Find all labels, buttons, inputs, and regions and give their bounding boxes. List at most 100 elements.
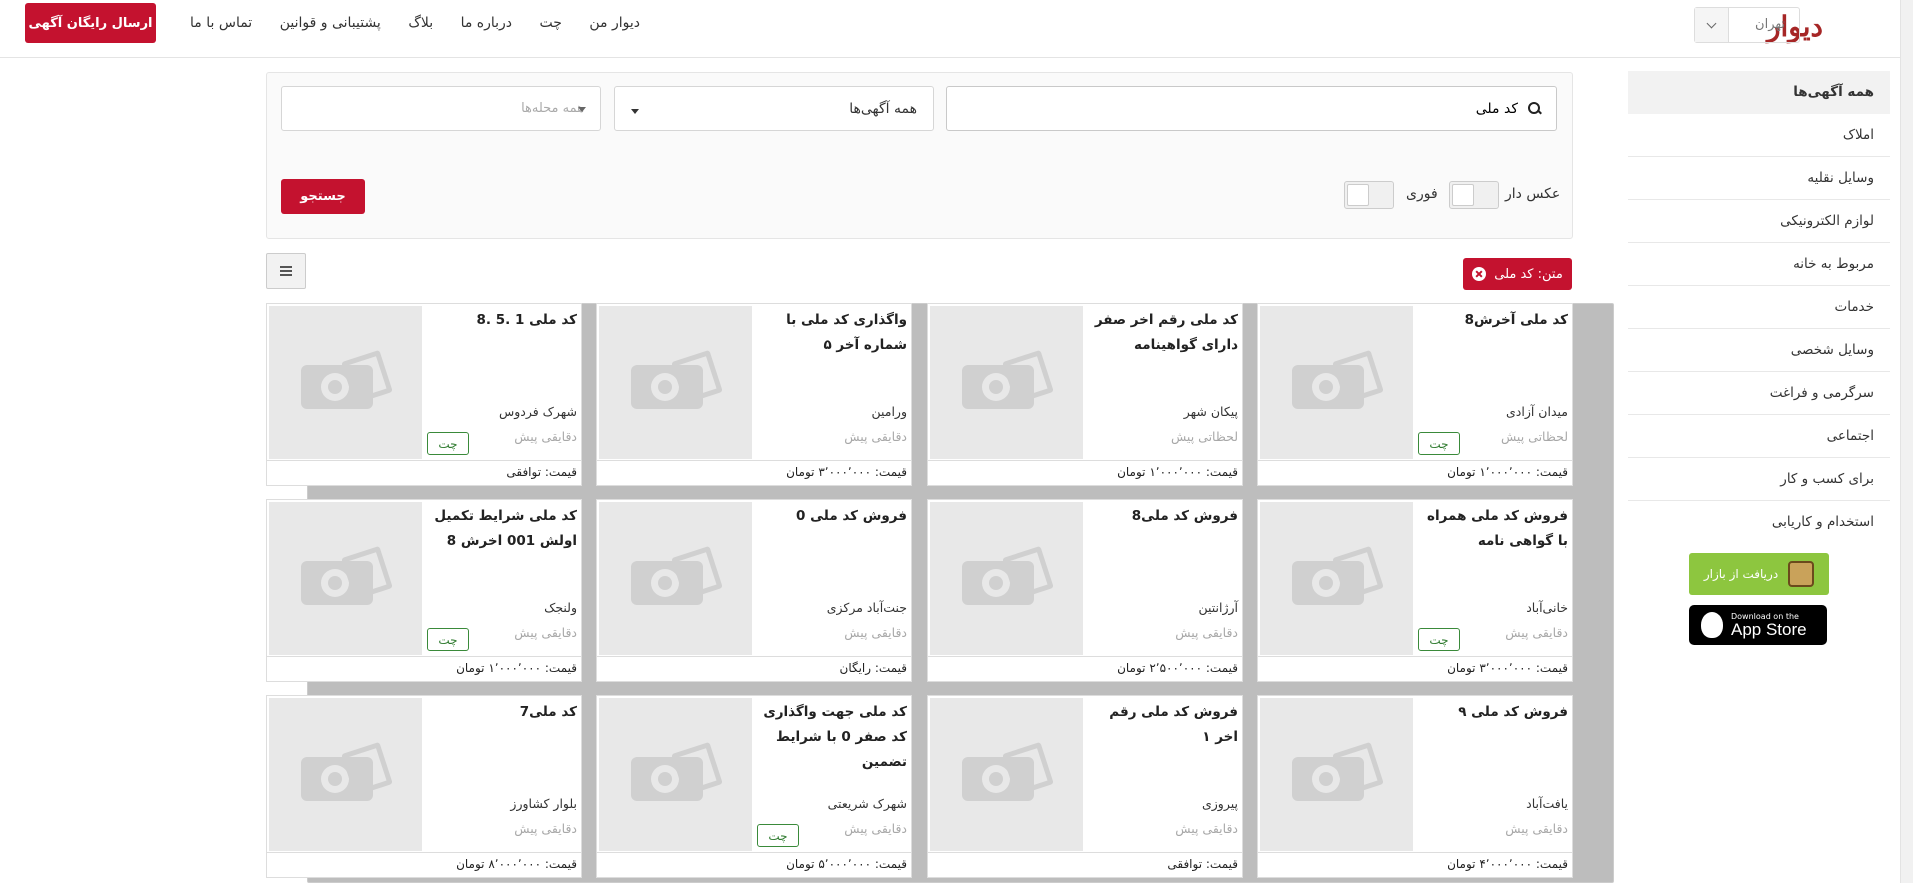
ad-info: کد ملی7 بلوار کشاورز دقایقی پیش xyxy=(427,700,577,851)
ad-title[interactable]: کد ملی شرایط تکمیل اولش 001 اخرش 8 xyxy=(427,504,577,554)
ad-time: دقایقی پیش xyxy=(844,821,907,836)
ad-location: جنت‌آباد مرکزی xyxy=(826,600,907,615)
ad-chat-button[interactable]: چت xyxy=(427,432,469,455)
camera-icon xyxy=(961,545,1054,607)
ad-location: میدان آزادی xyxy=(1506,404,1568,419)
page: دیوار تهران دیوار من چت درباره ما بلاگ پ… xyxy=(0,0,1913,883)
ad-location: ولنجک xyxy=(544,600,577,615)
photo-toggle-label: عکس دار xyxy=(1505,186,1561,202)
ad-card[interactable]: فروش کد ملی همراه با گواهی نامه خانی‌آباد… xyxy=(1257,499,1573,682)
ad-title[interactable]: فروش کد ملی8 xyxy=(1088,504,1238,529)
ad-title[interactable]: فروش کد ملی رقم اخر ۱ xyxy=(1088,700,1238,750)
ad-price: قیمت: ۸٬۰۰۰٬۰۰۰ تومان xyxy=(267,852,581,877)
post-ad-button[interactable]: ارسال رایگان آگهی xyxy=(25,3,156,43)
ad-card[interactable]: واگذاری کد ملی با شماره آخر ۵ ورامین دقایق… xyxy=(596,303,912,486)
nav-about[interactable]: درباره ما xyxy=(461,15,512,31)
ad-chat-button[interactable]: چت xyxy=(1418,628,1460,651)
camera-icon xyxy=(1291,349,1384,411)
apple-icon xyxy=(1701,612,1723,638)
ad-time: دقایقی پیش xyxy=(1505,625,1568,640)
nav-my-divar[interactable]: دیوار من xyxy=(589,15,640,31)
ad-location: خانی‌آباد xyxy=(1526,600,1568,615)
ad-title[interactable]: کد ملی جهت واگذاری کد صفر 0 با شرایط تضم… xyxy=(757,700,907,775)
nav-support[interactable]: پشتیبانی و قوانین xyxy=(280,15,381,31)
category-personal[interactable]: وسایل شخصی xyxy=(1628,329,1890,372)
search-input[interactable] xyxy=(947,100,1528,117)
ad-price: قیمت: توافقی xyxy=(267,460,581,485)
ad-card[interactable]: کد ملی شرایط تکمیل اولش 001 اخرش 8 ولنجک د… xyxy=(266,499,582,682)
category-vehicles[interactable]: وسایل نقلیه xyxy=(1628,157,1890,200)
category-real-estate[interactable]: املاک xyxy=(1628,114,1890,157)
ad-thumbnail xyxy=(1260,306,1413,459)
ad-thumbnail xyxy=(930,698,1083,851)
urgent-toggle[interactable] xyxy=(1344,181,1394,209)
ad-location: شهرک فردوس xyxy=(498,404,577,419)
search-icon[interactable] xyxy=(1528,101,1542,116)
ad-info: کد ملی رقم اخر صفر دارای گواهینامه پیکان … xyxy=(1088,308,1238,459)
ad-title[interactable]: واگذاری کد ملی با شماره آخر ۵ xyxy=(757,308,907,358)
ad-card[interactable]: فروش کد ملی ۹ یافت‌آباد دقایقی پیش قیمت: ۴٬… xyxy=(1257,695,1573,878)
appstore-big-text: App Store xyxy=(1731,619,1807,639)
ad-card[interactable]: فروش کد ملی 0 جنت‌آباد مرکزی دقایقی پیش قیم… xyxy=(596,499,912,682)
ad-price: قیمت: توافقی xyxy=(928,852,1242,877)
ad-title[interactable]: فروش کد ملی 0 xyxy=(757,504,907,529)
category-leisure[interactable]: سرگرمی و فراغت xyxy=(1628,372,1890,415)
urgent-toggle-label: فوری xyxy=(1406,186,1438,202)
filter-chip-label: متن: کد ملی xyxy=(1494,266,1563,282)
ad-card[interactable]: فروش کد ملی رقم اخر ۱ پیروزی دقایقی پیش قیم… xyxy=(927,695,1243,878)
ad-chat-button[interactable]: چت xyxy=(757,824,799,847)
category-jobs[interactable]: استخدام و کاریابی xyxy=(1628,501,1890,544)
ad-info: فروش کد ملی 0 جنت‌آباد مرکزی دقایقی پیش xyxy=(757,504,907,655)
category-all[interactable]: همه آگهی‌ها xyxy=(1628,71,1890,114)
close-icon[interactable] xyxy=(1472,267,1487,281)
ad-time: دقایقی پیش xyxy=(514,625,577,640)
ad-chat-button[interactable]: چت xyxy=(1418,432,1460,455)
category-social[interactable]: اجتماعی xyxy=(1628,415,1890,458)
ad-chat-button[interactable]: چت xyxy=(427,628,469,651)
camera-icon xyxy=(630,545,723,607)
camera-icon xyxy=(961,349,1054,411)
nav-blog[interactable]: بلاگ xyxy=(408,15,433,31)
ad-thumbnail xyxy=(599,502,752,655)
list-view-button[interactable] xyxy=(266,253,306,289)
scrollbar[interactable] xyxy=(1900,0,1913,883)
active-filter-chip[interactable]: متن: کد ملی xyxy=(1463,258,1572,290)
ad-card[interactable]: کد ملی جهت واگذاری کد صفر 0 با شرایط تضم… xyxy=(596,695,912,878)
ad-title[interactable]: فروش کد ملی ۹ xyxy=(1418,700,1568,725)
ad-title[interactable]: کد ملی 1 .5 .8 xyxy=(427,308,577,333)
ad-title[interactable]: کد ملی رقم اخر صفر دارای گواهینامه xyxy=(1088,308,1238,358)
nav-chat[interactable]: چت xyxy=(540,15,562,31)
ad-card[interactable]: کد ملی آخرش8 میدان آزادی لحظاتی پیش چت قیمت:… xyxy=(1257,303,1573,486)
category-home[interactable]: مربوط به خانه xyxy=(1628,243,1890,286)
ad-title[interactable]: کد ملی7 xyxy=(427,700,577,725)
category-select-value: همه آگهی‌ها xyxy=(849,100,917,117)
category-services[interactable]: خدمات xyxy=(1628,286,1890,329)
ad-thumbnail xyxy=(599,698,752,851)
neighborhood-select[interactable]: همه محله‌ها xyxy=(281,86,601,131)
ad-card[interactable]: کد ملی7 بلوار کشاورز دقایقی پیش قیمت: ۸٬۰۰۰… xyxy=(266,695,582,878)
ad-thumbnail xyxy=(269,698,422,851)
ad-thumbnail xyxy=(1260,698,1413,851)
bazaar-badge[interactable]: دریافت از بازار xyxy=(1689,553,1829,595)
ad-price: قیمت: ۳٬۰۰۰٬۰۰۰ تومان xyxy=(597,460,911,485)
ad-time: دقایقی پیش xyxy=(1175,821,1238,836)
ad-time: دقایقی پیش xyxy=(844,625,907,640)
ad-thumbnail xyxy=(269,502,422,655)
ad-card[interactable]: کد ملی 1 .5 .8 شهرک فردوس دقایقی پیش چت قیمت… xyxy=(266,303,582,486)
search-submit-button[interactable]: جستجو xyxy=(281,179,365,214)
ad-location: بلوار کشاورز xyxy=(510,796,577,811)
ad-price: قیمت: ۱٬۰۰۰٬۰۰۰ تومان xyxy=(267,656,581,681)
photo-toggle[interactable] xyxy=(1449,181,1499,209)
category-electronics[interactable]: لوازم الکترونیکی xyxy=(1628,200,1890,243)
ad-title[interactable]: فروش کد ملی همراه با گواهی نامه xyxy=(1418,504,1568,554)
ad-card[interactable]: کد ملی رقم اخر صفر دارای گواهینامه پیکان … xyxy=(927,303,1243,486)
category-select[interactable]: همه آگهی‌ها xyxy=(614,86,934,131)
ad-card[interactable]: فروش کد ملی8 آرژانتین دقایقی پیش قیمت: ۲٬۵۰… xyxy=(927,499,1243,682)
city-selector[interactable]: تهران xyxy=(1694,7,1800,43)
ad-title[interactable]: کد ملی آخرش8 xyxy=(1418,308,1568,333)
appstore-badge[interactable]: Download on the App Store xyxy=(1689,605,1827,645)
ad-price: قیمت: ۱٬۰۰۰٬۰۰۰ تومان xyxy=(1258,460,1572,485)
bazaar-label: دریافت از بازار xyxy=(1703,567,1779,581)
nav-contact[interactable]: تماس با ما xyxy=(190,15,252,31)
category-business[interactable]: برای کسب و کار xyxy=(1628,458,1890,501)
